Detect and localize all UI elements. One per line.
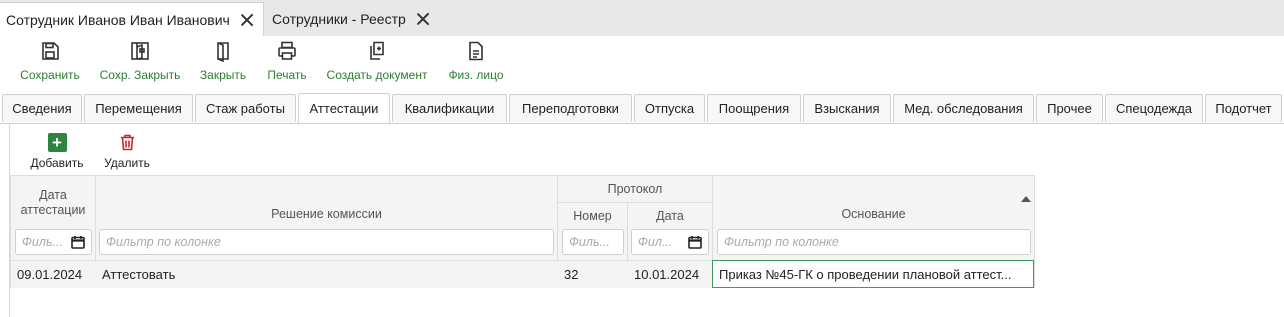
save-button[interactable]: Сохранить — [20, 40, 80, 82]
close-button[interactable]: Закрыть — [199, 40, 247, 82]
close-doc-icon — [217, 42, 229, 62]
date-filter-input[interactable]: Филь... — [15, 229, 92, 255]
save-icon — [42, 42, 59, 60]
save-close-button[interactable]: Сохр. Закрыть — [100, 40, 180, 82]
tab-penalties[interactable]: Взыскания — [803, 94, 891, 122]
attestations-grid: Дата аттестации Решение комиссии Протоко… — [10, 175, 1035, 288]
create-document-icon — [370, 41, 384, 60]
header-number[interactable]: Номер — [558, 203, 627, 230]
window-tab-registry[interactable]: Сотрудники - Реестр — [266, 2, 438, 36]
window-tab-employee[interactable]: Сотрудник Иванов Иван Иванович — [0, 2, 264, 36]
decision-filter-field[interactable] — [106, 235, 553, 249]
toolbar: Сохранить Сохр. Закрыть Закрыть Печать С… — [0, 36, 1284, 90]
protocol-date-filter-input[interactable]: Фил... — [631, 229, 709, 255]
individual-button[interactable]: Физ. лицо — [447, 40, 505, 82]
section-tab-bar: Сведения Перемещения Стаж работы Аттеста… — [0, 92, 1284, 124]
tab-attestations[interactable]: Аттестации — [298, 93, 390, 123]
delete-button[interactable]: Удалить — [101, 133, 153, 170]
cell-number[interactable]: 32 — [558, 261, 627, 288]
calendar-icon[interactable] — [688, 235, 702, 249]
tab-workwear[interactable]: Спецодежда — [1105, 94, 1203, 122]
add-button[interactable]: + Добавить — [27, 133, 87, 170]
header-decision[interactable]: Решение комиссии — [96, 176, 557, 230]
save-close-icon — [131, 42, 149, 60]
tab-other[interactable]: Прочее — [1036, 94, 1103, 122]
tab-info[interactable]: Сведения — [2, 94, 82, 122]
cell-protocol-date[interactable]: 10.01.2024 — [628, 261, 712, 288]
header-basis[interactable]: Основание — [713, 176, 1034, 230]
close-icon[interactable] — [240, 13, 254, 27]
cell-basis[interactable]: Приказ №45-ГК о проведении плановой атте… — [712, 260, 1034, 288]
header-protocol: Протокол — [558, 176, 712, 202]
tab-qualifications[interactable]: Квалификации — [392, 94, 507, 122]
tab-vacations[interactable]: Отпуска — [634, 94, 705, 122]
print-button[interactable]: Печать — [266, 40, 308, 82]
basis-filter-field[interactable] — [724, 235, 1030, 249]
decision-filter-input[interactable] — [99, 229, 554, 255]
tab-retraining[interactable]: Переподготовки — [509, 94, 632, 122]
basis-filter-input[interactable] — [717, 229, 1031, 255]
close-icon[interactable] — [416, 12, 430, 26]
window-tab-label: Сотрудники - Реестр — [272, 11, 406, 27]
tab-accountable[interactable]: Подотчет — [1205, 94, 1282, 122]
calendar-icon[interactable] — [71, 235, 85, 249]
header-divider — [558, 202, 712, 203]
tab-transfers[interactable]: Перемещения — [84, 94, 193, 122]
sort-arrow-icon[interactable] — [1021, 196, 1031, 202]
create-document-button[interactable]: Создать документ — [326, 40, 428, 82]
number-filter-input[interactable]: Филь... — [562, 229, 624, 255]
window-tab-label: Сотрудник Иванов Иван Иванович — [6, 11, 230, 28]
individual-icon — [469, 41, 483, 61]
plus-icon: + — [47, 133, 67, 152]
cell-date[interactable]: 09.01.2024 — [11, 261, 95, 288]
header-protocol-date[interactable]: Дата — [628, 203, 712, 230]
tab-rewards[interactable]: Поощрения — [707, 94, 801, 122]
trash-icon — [120, 134, 134, 151]
print-icon — [278, 41, 296, 60]
window-tab-bar: Сотрудник Иванов Иван Иванович Сотрудник… — [0, 0, 1284, 36]
header-date[interactable]: Дата аттестации — [11, 176, 95, 230]
cell-decision[interactable]: Аттестовать — [96, 261, 557, 288]
tab-medical[interactable]: Мед. обследования — [893, 94, 1034, 122]
tab-work-experience[interactable]: Стаж работы — [195, 94, 296, 122]
